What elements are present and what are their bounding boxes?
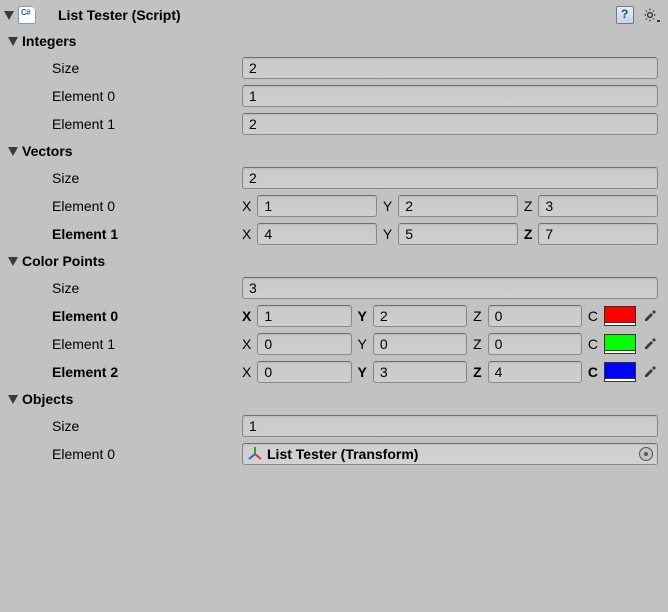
foldout-icon[interactable] xyxy=(8,395,18,404)
vector-y-input[interactable] xyxy=(398,223,518,245)
list-item: Element 0 X Y Z xyxy=(2,192,664,220)
axis-y-label: Y xyxy=(383,198,392,214)
eyedropper-icon[interactable] xyxy=(642,336,658,352)
vector-z-input[interactable] xyxy=(538,223,658,245)
color-swatch[interactable] xyxy=(604,334,636,354)
list-item: Element 1 X Y Z xyxy=(2,220,664,248)
list-item: Element 1 xyxy=(2,110,664,138)
axis-x-label: X xyxy=(242,226,251,242)
section-header-objects[interactable]: Objects xyxy=(2,386,664,412)
size-input[interactable] xyxy=(242,167,658,189)
section-title: Integers xyxy=(22,33,76,49)
integer-input[interactable] xyxy=(242,113,658,135)
cp-z-input[interactable] xyxy=(488,305,582,327)
size-row: Size xyxy=(2,274,664,302)
foldout-icon[interactable] xyxy=(8,257,18,266)
cp-y-input[interactable] xyxy=(373,305,467,327)
element-label: Element 1 xyxy=(52,116,242,132)
element-label: Element 0 xyxy=(52,308,242,324)
size-input[interactable] xyxy=(242,415,658,437)
section-header-vectors[interactable]: Vectors xyxy=(2,138,664,164)
axis-z-label: Z xyxy=(473,308,482,324)
color-swatch[interactable] xyxy=(604,362,636,382)
axis-c-label: C xyxy=(588,364,598,380)
vector-y-input[interactable] xyxy=(398,195,518,217)
component-title: List Tester (Script) xyxy=(42,7,616,23)
axis-z-label: Z xyxy=(524,226,533,242)
color-swatch[interactable] xyxy=(604,306,636,326)
section-header-color-points[interactable]: Color Points xyxy=(2,248,664,274)
list-item: Element 0 List Tester (Transform) xyxy=(2,440,664,468)
help-icon[interactable] xyxy=(616,6,634,24)
section-title: Color Points xyxy=(22,253,105,269)
size-row: Size xyxy=(2,54,664,82)
element-label: Element 1 xyxy=(52,336,242,352)
vector-x-input[interactable] xyxy=(257,195,377,217)
element-label: Element 2 xyxy=(52,364,242,380)
section-title: Objects xyxy=(22,391,73,407)
vector-z-input[interactable] xyxy=(538,195,658,217)
size-row: Size xyxy=(2,412,664,440)
cp-x-input[interactable] xyxy=(257,305,351,327)
element-label: Element 1 xyxy=(52,226,242,242)
size-label: Size xyxy=(52,418,242,434)
object-field[interactable]: List Tester (Transform) xyxy=(242,443,658,465)
cp-x-input[interactable] xyxy=(257,333,351,355)
section-title: Vectors xyxy=(22,143,73,159)
foldout-icon[interactable] xyxy=(4,11,14,20)
size-input[interactable] xyxy=(242,57,658,79)
size-label: Size xyxy=(52,170,242,186)
element-label: Element 0 xyxy=(52,198,242,214)
integer-input[interactable] xyxy=(242,85,658,107)
foldout-icon[interactable] xyxy=(8,147,18,156)
axis-y-label: Y xyxy=(358,336,367,352)
axis-c-label: C xyxy=(588,336,598,352)
script-icon xyxy=(18,6,36,24)
axis-y-label: Y xyxy=(358,308,367,324)
axis-x-label: X xyxy=(242,308,251,324)
axis-y-label: Y xyxy=(383,226,392,242)
transform-icon xyxy=(247,446,263,462)
component-header[interactable]: List Tester (Script) xyxy=(2,2,664,28)
axis-y-label: Y xyxy=(358,364,367,380)
cp-y-input[interactable] xyxy=(373,333,467,355)
size-label: Size xyxy=(52,280,242,296)
section-header-integers[interactable]: Integers xyxy=(2,28,664,54)
eyedropper-icon[interactable] xyxy=(642,308,658,324)
list-item: Element 1 X Y Z C xyxy=(2,330,664,358)
axis-x-label: X xyxy=(242,364,251,380)
inspector-panel: List Tester (Script) Integers Size Eleme… xyxy=(0,0,668,470)
axis-c-label: C xyxy=(588,308,598,324)
axis-z-label: Z xyxy=(473,336,482,352)
size-row: Size xyxy=(2,164,664,192)
eyedropper-icon[interactable] xyxy=(642,364,658,380)
object-value: List Tester (Transform) xyxy=(267,446,639,462)
axis-z-label: Z xyxy=(524,198,533,214)
axis-z-label: Z xyxy=(473,364,482,380)
list-item: Element 0 xyxy=(2,82,664,110)
header-icon-group xyxy=(616,6,660,24)
size-input[interactable] xyxy=(242,277,658,299)
element-label: Element 0 xyxy=(52,88,242,104)
axis-x-label: X xyxy=(242,198,251,214)
cp-z-input[interactable] xyxy=(488,361,582,383)
list-item: Element 0 X Y Z C xyxy=(2,302,664,330)
object-picker-icon[interactable] xyxy=(639,447,653,461)
cp-y-input[interactable] xyxy=(373,361,467,383)
size-label: Size xyxy=(52,60,242,76)
gear-icon[interactable] xyxy=(642,6,660,24)
cp-x-input[interactable] xyxy=(257,361,351,383)
vector-x-input[interactable] xyxy=(257,223,377,245)
list-item: Element 2 X Y Z C xyxy=(2,358,664,386)
element-label: Element 0 xyxy=(52,446,242,462)
cp-z-input[interactable] xyxy=(488,333,582,355)
axis-x-label: X xyxy=(242,336,251,352)
foldout-icon[interactable] xyxy=(8,37,18,46)
